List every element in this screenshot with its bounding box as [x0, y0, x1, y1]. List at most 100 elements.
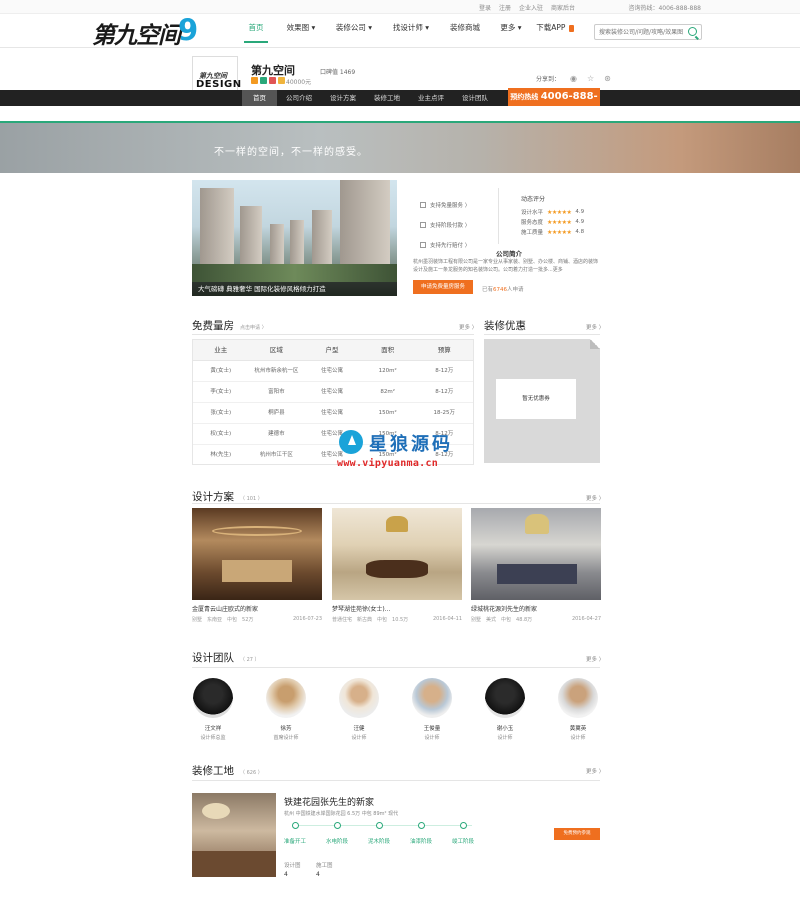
service-stage-pay[interactable]: 支持阶段付款 〉: [420, 221, 470, 229]
col-size: 面积: [381, 346, 395, 354]
reputation-value: 口碑值 1469: [320, 69, 356, 76]
avatar[interactable]: [412, 678, 452, 718]
design-budget: 中包: [227, 617, 238, 623]
company-tab-sites[interactable]: 装修工地: [365, 90, 409, 106]
book-visit-button[interactable]: 免费预约参观: [554, 828, 600, 840]
free-measure-apply-link[interactable]: 点击申请 〉: [240, 325, 267, 331]
avatar[interactable]: [485, 678, 525, 718]
deals-more[interactable]: 更多 〉: [586, 323, 604, 331]
team-member[interactable]: 黄翼英 设计师: [553, 678, 603, 741]
enterprise-link[interactable]: 企业入驻: [519, 3, 543, 12]
designs-heading: 设计方案: [192, 491, 234, 503]
design-title[interactable]: 绿城桃花源刘先生的新家: [471, 604, 601, 613]
nav-more[interactable]: 更多 ▾: [490, 22, 532, 33]
worksite-more[interactable]: 更多 〉: [586, 767, 604, 775]
favorite-star-icon[interactable]: ☆: [587, 74, 594, 83]
register-link[interactable]: 注册: [499, 3, 511, 12]
worksite-design-count: 设计图 4: [284, 861, 301, 878]
phone-icon: [568, 24, 574, 32]
nav-renderings[interactable]: 效果图 ▾: [276, 22, 326, 33]
cell-area: 杭州市江干区: [259, 452, 293, 458]
member-name[interactable]: 汪文祥: [188, 724, 238, 732]
weibo-icon[interactable]: ◉: [570, 74, 577, 83]
member-name[interactable]: 汪健: [334, 724, 384, 732]
member-name[interactable]: 谢小玉: [480, 724, 530, 732]
nav-designers[interactable]: 找设计师 ▾: [382, 22, 440, 33]
avatar[interactable]: [266, 678, 306, 718]
cell-size: 82m²: [380, 389, 395, 395]
showcase-image[interactable]: 大气磅礴 典雅奢华 国际化装修风格倾力打造: [192, 180, 397, 296]
team-member[interactable]: 徐芳 首席设计师: [261, 678, 311, 741]
applied-count: 已有6746人申请: [482, 285, 524, 293]
design-image[interactable]: [332, 508, 462, 600]
company-tab-team[interactable]: 设计团队: [453, 90, 497, 106]
apply-measure-button[interactable]: 申请免费量房服务: [413, 280, 473, 294]
design-card[interactable]: 梦琴湖佳苑徐(女士)... 普通住宅 新古典 中包 10.5万 2016-04-…: [332, 508, 462, 623]
company-tab-designs[interactable]: 设计方案: [321, 90, 365, 106]
nav-download-app[interactable]: 下载APP: [532, 22, 578, 33]
cell-owner: 张(女士): [210, 410, 232, 416]
team-member[interactable]: 谢小玉 设计师: [480, 678, 530, 741]
designs-more[interactable]: 更多 〉: [586, 494, 604, 502]
site-logo[interactable]: 第九空间 9: [92, 13, 210, 49]
hotline-button[interactable]: 预约热线 4006-888-888: [508, 88, 600, 120]
nav-mall[interactable]: 装修商城: [440, 22, 490, 33]
team-member[interactable]: 汪健 设计师: [334, 678, 384, 741]
nav-companies[interactable]: 装修公司 ▾: [326, 22, 382, 33]
designs-title: 设计方案 （ 101 ）: [192, 489, 263, 504]
nav-home[interactable]: 首页: [236, 22, 276, 43]
col-owner: 业主: [214, 346, 228, 354]
member-role: 设计师: [570, 735, 586, 741]
design-image[interactable]: [471, 508, 601, 600]
team-more[interactable]: 更多 〉: [586, 655, 604, 663]
design-image[interactable]: [192, 508, 322, 600]
team-member[interactable]: 王俊量 设计师: [407, 678, 457, 741]
cell-area: 杭州市新余杭一区: [254, 368, 299, 374]
star-icons: ★★★★★: [547, 218, 572, 226]
member-name[interactable]: 黄翼英: [553, 724, 603, 732]
divider: [484, 334, 600, 335]
search-input[interactable]: [595, 25, 683, 39]
team-member[interactable]: 汪文祥 设计师总监: [188, 678, 238, 741]
table-row: 黄(女士) 杭州市新余杭一区 住宅公寓 120m² 8-12万: [193, 361, 473, 382]
company-tab-reviews[interactable]: 业主点评: [409, 90, 453, 106]
merchant-link[interactable]: 商家后台: [551, 3, 575, 12]
stage-label: 泥木阶段: [368, 839, 391, 845]
company-tab-about[interactable]: 公司介绍: [277, 90, 321, 106]
avatar[interactable]: [339, 678, 379, 718]
stage-dot-icon: [376, 822, 383, 829]
design-title[interactable]: 梦琴湖佳苑徐(女士)...: [332, 604, 462, 613]
design-price: 10.5万: [392, 617, 409, 623]
service-label: 支持阶段付款 〉: [430, 223, 471, 229]
stage-dot-icon: [460, 822, 467, 829]
design-card[interactable]: 绿城桃花源刘先生的新家 别墅 美式 中包 48.8万 2016-04-27: [471, 508, 601, 623]
search-icon[interactable]: [688, 27, 697, 36]
cell-area: 建德市: [268, 431, 285, 437]
service-compensation[interactable]: 支持先行赔付 〉: [420, 241, 470, 249]
cell-size: 120m²: [378, 368, 397, 374]
design-card[interactable]: 金厦青云山庄欧式的新家 别墅 东南亚 中包 52万 2016-07-23: [192, 508, 322, 623]
company-tab-home[interactable]: 首页: [242, 90, 277, 106]
avatar[interactable]: [193, 678, 233, 718]
divider: [192, 503, 600, 504]
wechat-icon[interactable]: ⊛: [604, 74, 611, 83]
design-budget: 中包: [501, 617, 512, 623]
logo-nine: 9: [178, 13, 199, 47]
star-icons: ★★★★★: [547, 208, 572, 216]
login-link[interactable]: 登录: [479, 3, 491, 12]
worksite-image[interactable]: [192, 793, 276, 877]
rating-service: 服务态度 ★★★★★ 4.9: [521, 218, 584, 227]
member-role: 首席设计师: [273, 735, 299, 741]
deposit-amount: 40000元: [286, 79, 312, 86]
design-title[interactable]: 金厦青云山庄欧式的新家: [192, 604, 322, 613]
worksite-construction-count: 施工图 4: [316, 861, 333, 878]
free-measure-more[interactable]: 更多 〉: [459, 323, 477, 331]
member-name[interactable]: 徐芳: [261, 724, 311, 732]
avatar[interactable]: [558, 678, 598, 718]
watermark-text: 星狼源码: [369, 434, 453, 455]
cell-type: 住宅公寓: [321, 410, 344, 416]
member-name[interactable]: 王俊量: [407, 724, 457, 732]
worksite-name[interactable]: 铁建花园张先生的新家: [284, 795, 374, 808]
stage-label: 准备开工: [284, 839, 307, 845]
service-free-measure[interactable]: 支持免量服务 〉: [420, 201, 470, 209]
